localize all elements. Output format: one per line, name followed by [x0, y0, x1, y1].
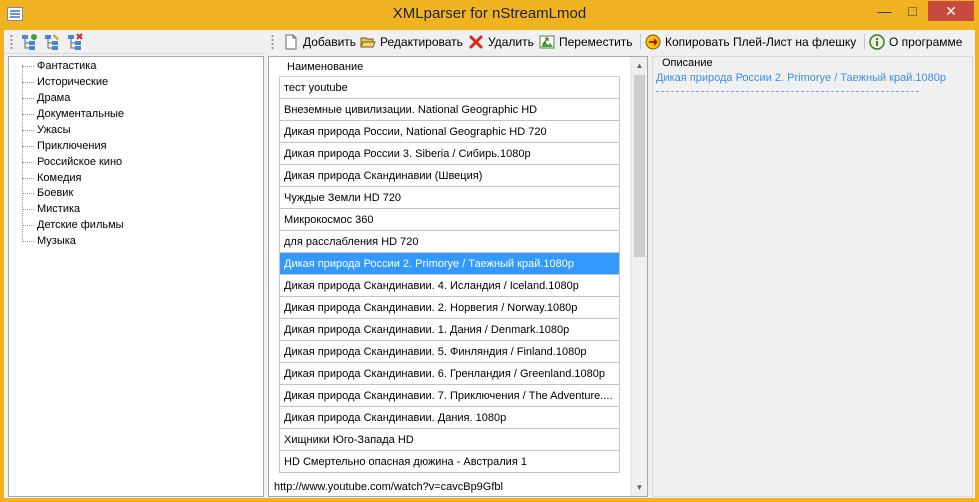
table-row[interactable]: Дикая природа Скандинавии. 2. Норвегия /… [279, 297, 620, 319]
table-row[interactable]: Дикая природа России, National Geographi… [279, 121, 620, 143]
delete-x-icon [468, 34, 484, 50]
close-button[interactable]: ✕ [928, 1, 974, 21]
row-title: Внеземные цивилизации. National Geograph… [284, 103, 538, 116]
row-title: тест youtube [284, 81, 348, 94]
tree-item[interactable]: Приключения [9, 138, 107, 154]
status-url: http://www.youtube.com/watch?v=cavcBp9Gf… [274, 481, 503, 493]
description-panel: Описание Дикая природа России 2. Primory… [652, 56, 973, 497]
about-button-label: О программе [889, 35, 963, 49]
tree-item[interactable]: Ужасы [9, 122, 71, 138]
row-title: Дикая природа Скандинавии. 2. Норвегия /… [284, 301, 578, 314]
table-row[interactable]: Внеземные цивилизации. National Geograph… [279, 99, 620, 121]
title-bar: XMLparser for nStreamLmod — □ ✕ [0, 0, 979, 30]
about-button[interactable]: О программе [869, 32, 962, 52]
row-title: Дикая природа Скандинавии. 6. Гренландия… [284, 367, 605, 380]
main-toolbar: Добавить Редактировать Удалить Перемести… [266, 30, 975, 54]
table-row[interactable]: Дикая природа Скандинавии. Дания. 1080p [279, 407, 620, 429]
delete-category-icon[interactable] [66, 33, 84, 51]
tree-item[interactable]: Документальные [9, 106, 124, 122]
table-row[interactable]: Хищники Юго-Запада HD [279, 429, 620, 451]
add-category-icon[interactable] [20, 33, 38, 51]
row-title: Микрокосмос 360 [284, 213, 374, 226]
row-title: Дикая природа России 2. Primorye / Таежн… [284, 257, 575, 270]
tree-item[interactable]: Детские фильмы [9, 217, 124, 233]
window-title: XMLparser for nStreamLmod [392, 5, 587, 22]
row-title: Дикая природа Скандинавии. 5. Финляндия … [284, 345, 587, 358]
column-header[interactable]: Наименование [279, 57, 620, 77]
toolbar-separator [864, 34, 865, 50]
table-row[interactable]: Чуждые Земли HD 720 [279, 187, 620, 209]
tree-item[interactable]: Драма [9, 90, 70, 106]
edit-category-icon[interactable] [43, 33, 61, 51]
toolbar-grip[interactable] [10, 34, 13, 50]
edit-button-label: Редактировать [380, 35, 463, 49]
description-legend: Описание [660, 57, 715, 69]
row-title: Чуждые Земли HD 720 [284, 191, 402, 204]
tree-item[interactable]: Мистика [9, 201, 80, 217]
tree-item[interactable]: Российское кино [9, 154, 122, 170]
tree-item[interactable]: Музыка [9, 233, 76, 249]
new-document-icon [283, 34, 299, 50]
move-button-label: Переместить [559, 35, 633, 49]
table-row[interactable]: Дикая природа Скандинавии. 4. Исландия /… [279, 275, 620, 297]
row-title: Дикая природа Скандинавии. 4. Исландия /… [284, 279, 579, 292]
toolbar-separator [640, 34, 641, 50]
toolbar-grip[interactable] [271, 34, 274, 50]
tree-item[interactable]: Комедия [9, 170, 81, 186]
copy-playlist-button[interactable]: Копировать Плей-Лист на флешку [645, 32, 856, 52]
arrow-right-circle-icon [645, 34, 661, 50]
table-row[interactable]: Дикая природа Скандинавии. 1. Дания / De… [279, 319, 620, 341]
table-row[interactable]: HD Смертельно опасная дюжина - Австралия… [279, 451, 620, 473]
table-row[interactable]: для расслабления HD 720 [279, 231, 620, 253]
vertical-scrollbar[interactable]: ▲ ▼ [630, 57, 647, 496]
category-toolbar [4, 30, 264, 54]
description-text: Дикая природа России 2. Primorye / Таежн… [656, 72, 947, 84]
row-title: для расслабления HD 720 [284, 235, 419, 248]
row-title: Дикая природа Скандинавии. 7. Приключени… [284, 389, 613, 402]
tree-item[interactable]: Исторические [9, 74, 108, 90]
maximize-button[interactable]: □ [899, 1, 926, 21]
add-button[interactable]: Добавить [283, 32, 356, 52]
table-row[interactable]: Дикая природа Скандинавии (Швеция) [279, 165, 620, 187]
category-tree[interactable]: Фантастика Исторические Драма Документал… [8, 56, 264, 497]
edit-button[interactable]: Редактировать [360, 32, 463, 52]
move-image-icon [539, 34, 555, 50]
row-title: Дикая природа Скандинавии (Швеция) [284, 169, 483, 182]
grid-body: Наименование тест youtube Внеземные цивил… [279, 57, 620, 498]
add-button-label: Добавить [303, 35, 357, 49]
table-row[interactable]: Дикая природа Скандинавии. 5. Финляндия … [279, 341, 620, 363]
row-title: Дикая природа Скандинавии. 1. Дания / De… [284, 323, 570, 336]
tree-item[interactable]: Боевик [9, 185, 73, 201]
table-row[interactable]: Дикая природа Скандинавии. 6. Гренландия… [279, 363, 620, 385]
table-row[interactable]: Дикая природа Скандинавии. 7. Приключени… [279, 385, 620, 407]
tree-item[interactable]: Фантастика [9, 58, 96, 74]
table-row[interactable]: Микрокосмос 360 [279, 209, 620, 231]
copy-playlist-label: Копировать Плей-Лист на флешку [665, 35, 857, 49]
description-underline [656, 91, 919, 92]
scroll-thumb[interactable] [634, 75, 645, 257]
delete-button[interactable]: Удалить [468, 32, 534, 52]
row-title: HD Смертельно опасная дюжина - Австралия… [284, 455, 527, 468]
minimize-button[interactable]: — [871, 1, 898, 21]
table-row[interactable]: Дикая природа России 3. Siberia / Сибирь… [279, 143, 620, 165]
row-title: Дикая природа Скандинавии. Дания. 1080p [284, 411, 507, 424]
client-area: Фантастика Исторические Драма Документал… [4, 30, 975, 498]
row-title: Дикая природа России, National Geographi… [284, 125, 547, 138]
scroll-up-icon[interactable]: ▲ [631, 57, 648, 74]
status-bar: http://www.youtube.com/watch?v=cavcBp9Gf… [266, 476, 975, 498]
info-icon [869, 34, 885, 50]
move-button[interactable]: Переместить [539, 32, 633, 52]
playlist-grid[interactable]: Наименование тест youtube Внеземные цивил… [268, 56, 648, 497]
row-title: Хищники Юго-Запада HD [284, 433, 414, 446]
column-header-label: Наименование [287, 60, 364, 73]
delete-button-label: Удалить [488, 35, 534, 49]
open-folder-icon [360, 34, 376, 50]
row-title: Дикая природа России 3. Siberia / Сибирь… [284, 147, 531, 160]
table-row[interactable]: Дикая природа России 2. Primorye / Таежн… [279, 253, 620, 275]
table-row[interactable]: тест youtube [279, 77, 620, 99]
